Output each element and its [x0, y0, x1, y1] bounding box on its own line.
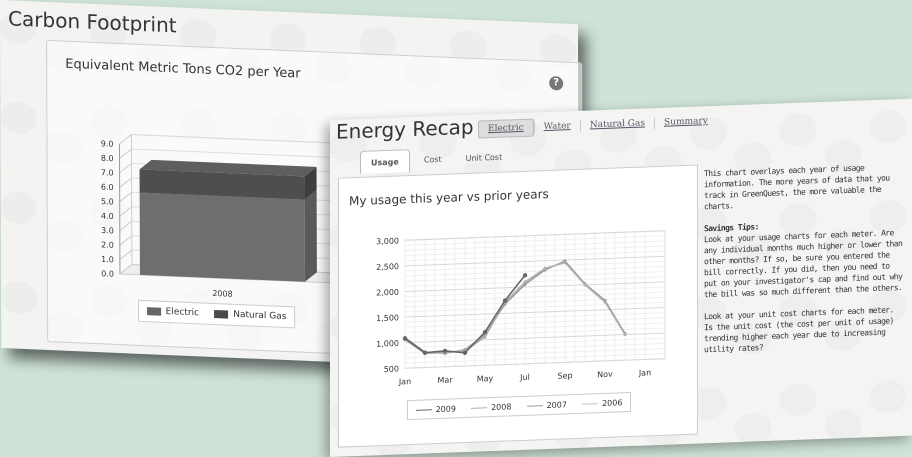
usage-side-text: This chart overlays each year of usage i… [704, 161, 904, 366]
legend-line-2006 [582, 402, 599, 405]
tab-unit-cost[interactable]: Unit Cost [456, 145, 513, 170]
legend-item-electric: Electric [146, 306, 200, 319]
nav-electric[interactable]: Electric [478, 118, 534, 139]
grid-side-line [119, 191, 132, 203]
x-tick-label: 2008 [212, 289, 232, 299]
grid-side-line [119, 177, 132, 188]
grid-side-line [119, 163, 132, 174]
legend-item-2009: 2009 [415, 403, 456, 414]
legend-item-2007: 2007 [526, 399, 567, 410]
legend-label-2008: 2008 [491, 401, 512, 412]
y-tick-label: 2,500 [376, 262, 399, 272]
legend-label-electric: Electric [165, 306, 200, 319]
y-tick-label: 0.0 [101, 269, 114, 279]
y-tick-label: 2.0 [101, 240, 114, 250]
tab-cost[interactable]: Cost [414, 148, 452, 172]
grid-side-line [119, 134, 132, 145]
energy-recap-nav: Electric Water Natural Gas Summary [478, 112, 717, 139]
nav-water[interactable]: Water [535, 118, 580, 136]
energy-recap-title: Energy Recap [336, 114, 474, 144]
usage-sub-tabs: Usage Cost Unit Cost [360, 145, 516, 174]
y-tick-label: 1,500 [376, 313, 399, 323]
bar-side-electric [304, 189, 317, 282]
savings-tip-1: Look at your usage charts for each meter… [704, 228, 903, 300]
y-tick-label: 5.0 [101, 197, 114, 207]
y-tick-label: 2,000 [376, 288, 399, 298]
bar-front-electric [139, 192, 305, 282]
energy-recap-panel: Energy Recap Electric Water Natural Gas … [330, 98, 912, 457]
grid-side-line [119, 249, 133, 260]
y-tick-label: 7.0 [101, 168, 114, 178]
legend-line-2008 [471, 406, 488, 409]
grid-side-line [119, 148, 132, 159]
legend-label-2009: 2009 [435, 403, 456, 414]
legend-item-2008: 2008 [471, 402, 511, 412]
x-tick-label: Sep [557, 371, 572, 381]
y-tick-label: 9.0 [101, 139, 114, 149]
x-tick-label: May [477, 374, 494, 384]
y-tick-label: 1,000 [376, 339, 399, 349]
y-tick-label: 4.0 [101, 211, 114, 221]
x-tick-label: Jan [398, 377, 411, 386]
x-tick-label: Jul [519, 373, 530, 382]
legend-line-2007 [526, 404, 543, 407]
legend-item-2006: 2006 [582, 398, 622, 408]
legend-label-natural-gas: Natural Gas [233, 309, 287, 323]
grid-side-line [119, 220, 133, 232]
side-intro-text: This chart overlays each year of usage i… [704, 163, 890, 212]
grid-side-line [119, 206, 133, 217]
nav-natural-gas[interactable]: Natural Gas [581, 115, 654, 134]
legend-item-natural-gas: Natural Gas [214, 309, 286, 322]
nav-summary[interactable]: Summary [655, 113, 717, 131]
carbon-footprint-title: Carbon Footprint [8, 6, 177, 38]
legend-label-2006: 2006 [602, 397, 623, 408]
y-tick-label: 6.0 [101, 183, 114, 193]
y-tick-label: 500 [384, 364, 399, 374]
y-tick-label: 3,000 [376, 236, 399, 246]
x-tick-label: Jan [638, 368, 651, 377]
legend-swatch-natural-gas [214, 309, 229, 319]
legend-swatch-electric [146, 306, 161, 316]
y-tick-label: 3.0 [101, 226, 114, 236]
y-tick-label: 8.0 [101, 154, 114, 164]
legend-label-2007: 2007 [546, 399, 567, 410]
usage-chart-card: My usage this year vs prior years 500 1,0… [338, 164, 698, 448]
savings-tip-2: Look at your unit cost charts for each m… [704, 305, 894, 355]
legend-line-2009 [415, 408, 432, 411]
grid-side-line [119, 235, 133, 246]
x-tick-label: Nov [597, 370, 613, 380]
x-tick-label: Mar [437, 375, 453, 385]
y-tick-label: 1.0 [101, 255, 114, 265]
tab-usage[interactable]: Usage [360, 149, 410, 174]
